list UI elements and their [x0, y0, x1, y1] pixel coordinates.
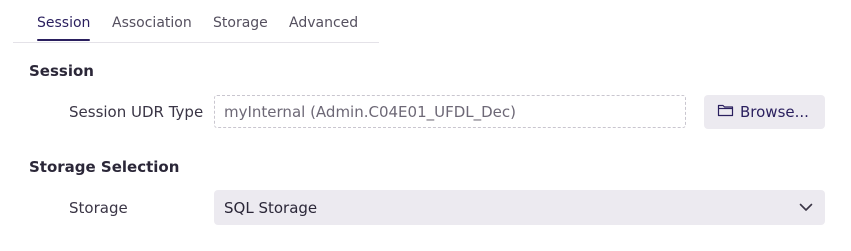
tab-association[interactable]: Association [112, 15, 192, 31]
tab-session[interactable]: Session [37, 15, 90, 31]
storage-select[interactable]: SQL Storage [214, 190, 825, 225]
active-tab-indicator [37, 39, 90, 41]
browse-button-label: Browse... [740, 103, 809, 121]
session-udr-type-value: myInternal (Admin.C04E01_UFDL_Dec) [224, 102, 517, 121]
storage-select-value: SQL Storage [224, 198, 318, 217]
tab-storage[interactable]: Storage [213, 15, 268, 31]
tab-bar: Session Association Storage Advanced [13, 0, 379, 43]
folder-icon [717, 103, 734, 117]
storage-selection-heading: Storage Selection [29, 158, 180, 176]
session-udr-type-label: Session UDR Type [69, 103, 204, 121]
session-udr-type-field[interactable]: myInternal (Admin.C04E01_UFDL_Dec) [214, 95, 686, 128]
browse-button[interactable]: Browse... [704, 95, 825, 129]
session-heading: Session [29, 62, 94, 80]
session-settings-panel: Session Association Storage Advanced Ses… [0, 0, 851, 251]
storage-label: Storage [69, 199, 128, 217]
tab-advanced[interactable]: Advanced [289, 15, 358, 31]
chevron-down-icon [799, 203, 813, 212]
